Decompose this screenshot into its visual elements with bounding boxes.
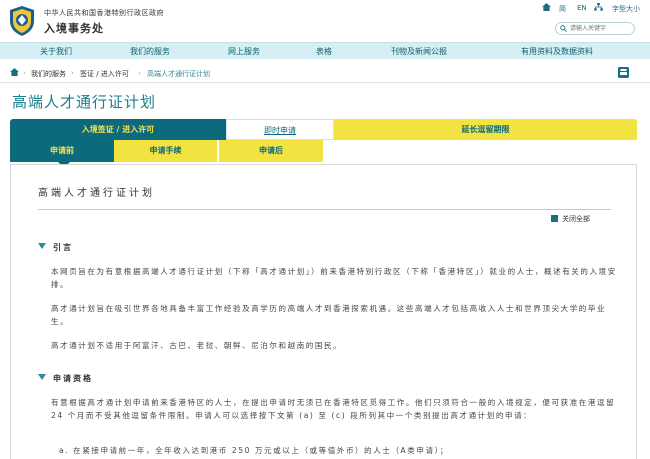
triangle-down-icon xyxy=(38,374,46,380)
paragraph: 高才通计划旨在吸引世界各地具备丰富工作经验及高学历的高端人才到香港探索机遇。这些… xyxy=(51,304,607,326)
department-name[interactable]: 入境事务处 xyxy=(44,20,104,36)
paragraph: 有意根据高才通计划申请前来香港特区的人士，在提出申请时无须已在香港特区觅得工作。… xyxy=(51,398,616,420)
section-toggle-eligibility[interactable]: 申请资格 xyxy=(38,373,93,384)
nav-our-services[interactable]: 我们的服务 xyxy=(130,46,170,57)
tab-entry-visa[interactable]: 入境签证 / 进入许可 xyxy=(10,119,226,140)
nav-publications-press[interactable]: 刊物及新闻公报 xyxy=(391,46,447,57)
tab-before-application[interactable]: 申请前 xyxy=(10,140,114,162)
collapse-all-label: 关闭全部 xyxy=(562,215,590,223)
triangle-down-icon xyxy=(38,243,46,249)
nav-useful-info[interactable]: 有用资料及数据资料 xyxy=(521,46,593,57)
content-panel: 高端人才通行证计划 关闭全部 引言 本网页旨在为有意根据高端人才通行证计划（下称… xyxy=(10,164,637,459)
paragraph: 高才通计划不适用于阿富汗、古巴、老挝、朝鲜、尼泊尔和越南的国民。 xyxy=(51,341,343,350)
tab-after-application[interactable]: 申请后 xyxy=(219,140,323,162)
section-heading: 申请资格 xyxy=(53,374,93,383)
tab-extension-of-stay[interactable]: 延长逗留期限 xyxy=(334,119,637,140)
breadcrumb-visas[interactable]: 签证 / 进入许可 xyxy=(80,69,129,79)
paragraph: 本网页旨在为有意根据高端人才通行证计划（下称「高才通计划」）前来香港特别行政区（… xyxy=(51,267,617,289)
site-header: 中华人民共和国香港特别行政区政府 入境事务处 简 EN 字型大小 xyxy=(0,0,650,42)
divider xyxy=(38,209,611,210)
tab-application-procedure[interactable]: 申请手续 xyxy=(114,140,218,162)
breadcrumb-separator: › xyxy=(23,69,26,77)
collapse-icon xyxy=(551,215,558,222)
panel-title: 高端人才通行证计划 xyxy=(38,188,155,199)
sitemap-icon[interactable] xyxy=(594,3,603,11)
breadcrumb-separator: › xyxy=(138,69,141,77)
tab-row-primary: 入境签证 / 进入许可 即时申请 延长逗留期限 xyxy=(10,119,637,140)
font-size-link[interactable]: 字型大小 xyxy=(612,4,640,14)
collapse-all-button[interactable]: 关闭全部 xyxy=(551,214,590,224)
nav-forms[interactable]: 表格 xyxy=(316,46,332,57)
print-icon[interactable] xyxy=(618,67,629,78)
nav-about-us[interactable]: 关于我们 xyxy=(40,46,72,57)
nav-online-services[interactable]: 网上服务 xyxy=(228,46,260,57)
lang-simplified-link[interactable]: 简 xyxy=(559,4,566,14)
immigration-emblem-icon[interactable] xyxy=(8,5,36,37)
tab-apply-now[interactable]: 即时申请 xyxy=(226,119,334,140)
section-toggle-introduction[interactable]: 引言 xyxy=(38,242,73,253)
breadcrumb: › 我们的服务 › 签证 / 进入许可 › 高端人才通行证计划 xyxy=(0,63,650,83)
lang-english-link[interactable]: EN xyxy=(577,4,587,12)
section-heading: 引言 xyxy=(53,243,73,252)
list-item: a. 在紧接申请前一年，全年收入达到港币 250 万元或以上（或等值外币）的人士… xyxy=(59,446,450,455)
tab-row-secondary: 申请前 申请手续 申请后 xyxy=(10,140,637,168)
home-icon[interactable] xyxy=(542,3,551,11)
breadcrumb-separator: › xyxy=(71,69,74,77)
breadcrumb-current: 高端人才通行证计划 xyxy=(147,70,210,78)
search-icon[interactable] xyxy=(560,25,567,32)
page-title: 高端人才通行证计划 xyxy=(12,93,157,111)
main-navigation: 关于我们 我们的服务 网上服务 表格 刊物及新闻公报 有用资料及数据资料 xyxy=(0,42,650,59)
search-box[interactable] xyxy=(555,22,635,35)
breadcrumb-home-icon[interactable] xyxy=(10,68,19,76)
search-input[interactable] xyxy=(570,24,632,33)
breadcrumb-our-services[interactable]: 我们的服务 xyxy=(31,69,66,79)
government-name: 中华人民共和国香港特别行政区政府 xyxy=(44,9,164,17)
